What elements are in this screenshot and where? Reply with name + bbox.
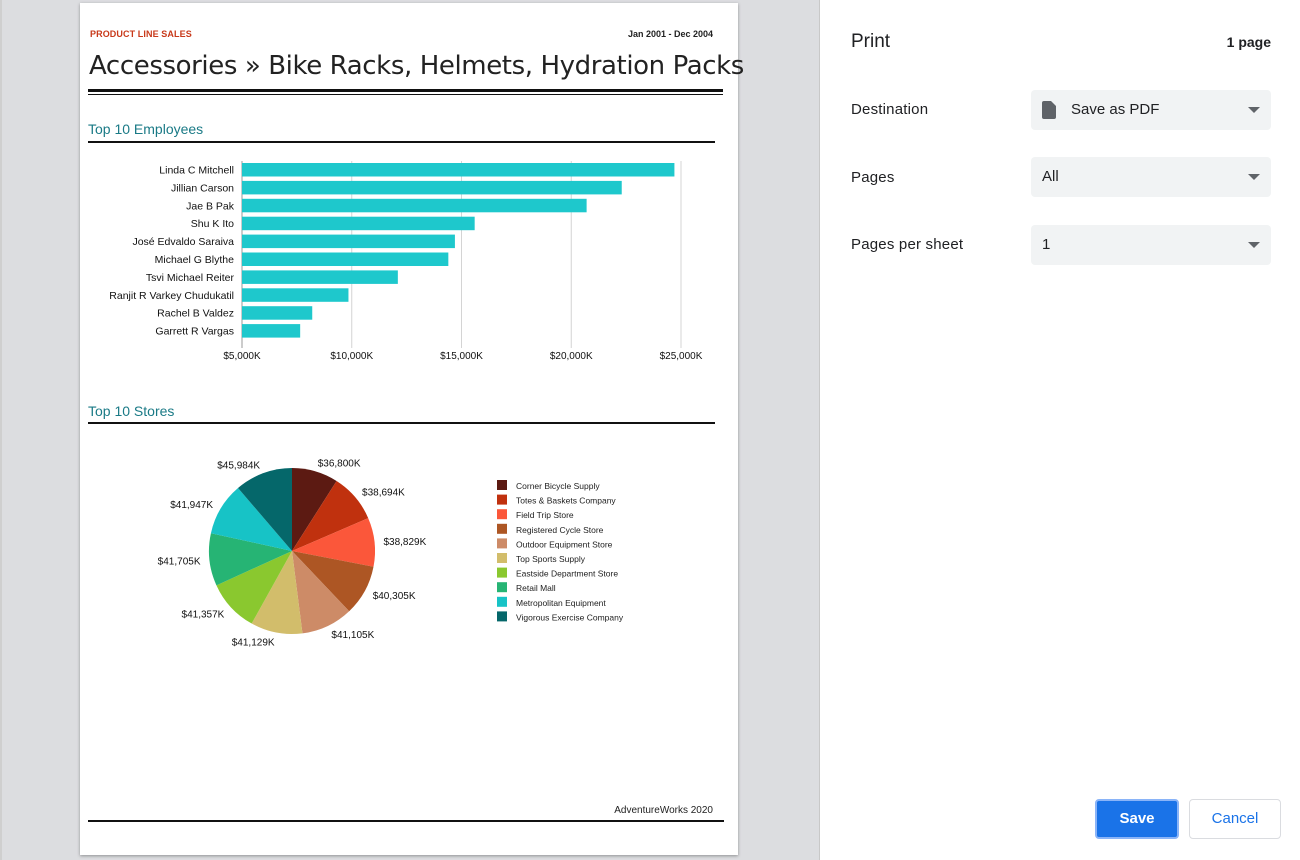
pie-value-label: $41,357K bbox=[182, 609, 225, 620]
bar bbox=[242, 324, 301, 338]
report-title: Accessories » Bike Racks, Helmets, Hydra… bbox=[89, 51, 744, 81]
legend-label: Retail Mall bbox=[516, 583, 556, 593]
legend-label: Totes & Baskets Company bbox=[516, 496, 616, 506]
footer-rule bbox=[88, 820, 724, 822]
legend-swatch bbox=[497, 480, 507, 490]
pie-value-label: $41,129K bbox=[232, 637, 275, 648]
bar bbox=[242, 234, 455, 249]
legend-swatch bbox=[497, 553, 507, 563]
report-tag: PRODUCT LINE SALES bbox=[90, 29, 192, 39]
category-label: Jae B Pak bbox=[186, 200, 235, 212]
pie-value-label: $36,800K bbox=[318, 459, 361, 470]
pie-value-label: $41,705K bbox=[158, 557, 201, 568]
x-tick-label: $10,000K bbox=[330, 351, 373, 362]
legend-label: Field Trip Store bbox=[516, 510, 574, 520]
legend-swatch bbox=[497, 494, 507, 505]
pie-value-label: $40,305K bbox=[373, 591, 416, 602]
section-stores-rule bbox=[88, 422, 715, 424]
save-button[interactable]: Save bbox=[1095, 799, 1179, 839]
chevron-down-icon bbox=[1248, 107, 1260, 113]
legend-swatch bbox=[497, 509, 507, 520]
stores-pie-chart: $36,800K $38,694K $38,829K $40,305K $41,105K… bbox=[158, 459, 624, 649]
category-label: Linda C Mitchell bbox=[159, 165, 234, 177]
preview-page: PRODUCT LINE SALES Jan 2001 - Dec 2004 A… bbox=[80, 3, 744, 855]
pages-per-sheet-select[interactable]: 1 bbox=[1031, 225, 1271, 265]
chevron-down-icon bbox=[1248, 174, 1260, 180]
window-edge bbox=[0, 0, 2, 860]
category-label: Michael G Blythe bbox=[155, 254, 235, 266]
pie-value-label: $41,947K bbox=[170, 500, 213, 511]
category-label: Jillian Carson bbox=[171, 182, 234, 194]
destination-select[interactable]: Save as PDF bbox=[1031, 90, 1271, 130]
legend-label: Vigorous Exercise Company bbox=[516, 612, 624, 622]
legend-swatch bbox=[497, 596, 507, 607]
pie-value-label: $38,694K bbox=[362, 487, 405, 498]
pages-per-sheet-label: Pages per sheet bbox=[851, 236, 964, 253]
legend-swatch bbox=[497, 538, 507, 549]
destination-value: Save as PDF bbox=[1071, 101, 1160, 118]
pages-per-sheet-value: 1 bbox=[1042, 236, 1051, 253]
category-label: Tsvi Michael Reiter bbox=[146, 272, 235, 284]
bar bbox=[242, 288, 349, 302]
bar bbox=[242, 163, 675, 177]
dialog-title: Print bbox=[851, 31, 891, 52]
file-icon bbox=[1042, 101, 1056, 119]
pages-value: All bbox=[1042, 168, 1059, 185]
category-label: José Edvaldo Saraiva bbox=[132, 236, 234, 248]
category-label: Rachel B Valdez bbox=[157, 308, 234, 320]
title-rule bbox=[88, 89, 723, 92]
legend-label: Eastside Department Store bbox=[516, 569, 618, 579]
bar bbox=[242, 252, 449, 266]
bar bbox=[242, 216, 475, 231]
print-settings-panel: Print 1 page Destination Save as PDF Pag… bbox=[821, 0, 1300, 860]
destination-label: Destination bbox=[851, 101, 929, 118]
chevron-down-icon bbox=[1248, 242, 1260, 248]
category-label: Shu K Ito bbox=[191, 218, 234, 230]
legend-label: Outdoor Equipment Store bbox=[516, 539, 613, 549]
pages-select[interactable]: All bbox=[1031, 157, 1271, 197]
legend-swatch bbox=[497, 523, 507, 534]
legend-swatch bbox=[497, 567, 507, 578]
bar bbox=[242, 198, 587, 213]
bar bbox=[242, 306, 313, 320]
report-footer: AdventureWorks 2020 bbox=[614, 805, 713, 816]
page-count: 1 page bbox=[1226, 34, 1271, 50]
x-tick-label: $25,000K bbox=[660, 351, 703, 362]
x-tick-label: $15,000K bbox=[440, 351, 483, 362]
bar bbox=[242, 180, 622, 195]
section-employees-rule bbox=[88, 141, 715, 143]
print-preview-pane: PRODUCT LINE SALES Jan 2001 - Dec 2004 A… bbox=[0, 0, 820, 860]
legend-label: Registered Cycle Store bbox=[516, 525, 604, 535]
title-rule-thin bbox=[88, 94, 723, 95]
pie-value-label: $41,105K bbox=[331, 630, 374, 641]
x-tick-label: $5,000K bbox=[223, 351, 261, 362]
legend-label: Metropolitan Equipment bbox=[516, 598, 606, 608]
cancel-button[interactable]: Cancel bbox=[1189, 799, 1281, 839]
legend-label: Top Sports Supply bbox=[516, 554, 586, 564]
x-tick-label: $20,000K bbox=[550, 351, 593, 362]
legend-label: Corner Bicycle Supply bbox=[516, 481, 600, 491]
employees-bar-chart: $5,000K $10,000K $15,000K $20,000K $25,000K L… bbox=[109, 161, 703, 362]
bar bbox=[242, 270, 398, 284]
pie-value-label: $45,984K bbox=[217, 461, 260, 472]
legend-swatch bbox=[497, 611, 507, 622]
pages-label: Pages bbox=[851, 169, 895, 186]
legend-swatch bbox=[497, 582, 507, 593]
section-stores-heading: Top 10 Stores bbox=[88, 403, 175, 419]
report-date-range: Jan 2001 - Dec 2004 bbox=[627, 29, 713, 39]
pie-value-label: $38,829K bbox=[383, 537, 426, 548]
section-employees-heading: Top 10 Employees bbox=[88, 121, 204, 137]
category-label: Ranjit R Varkey Chudukatil bbox=[109, 290, 234, 302]
category-label: Garrett R Vargas bbox=[155, 326, 234, 338]
